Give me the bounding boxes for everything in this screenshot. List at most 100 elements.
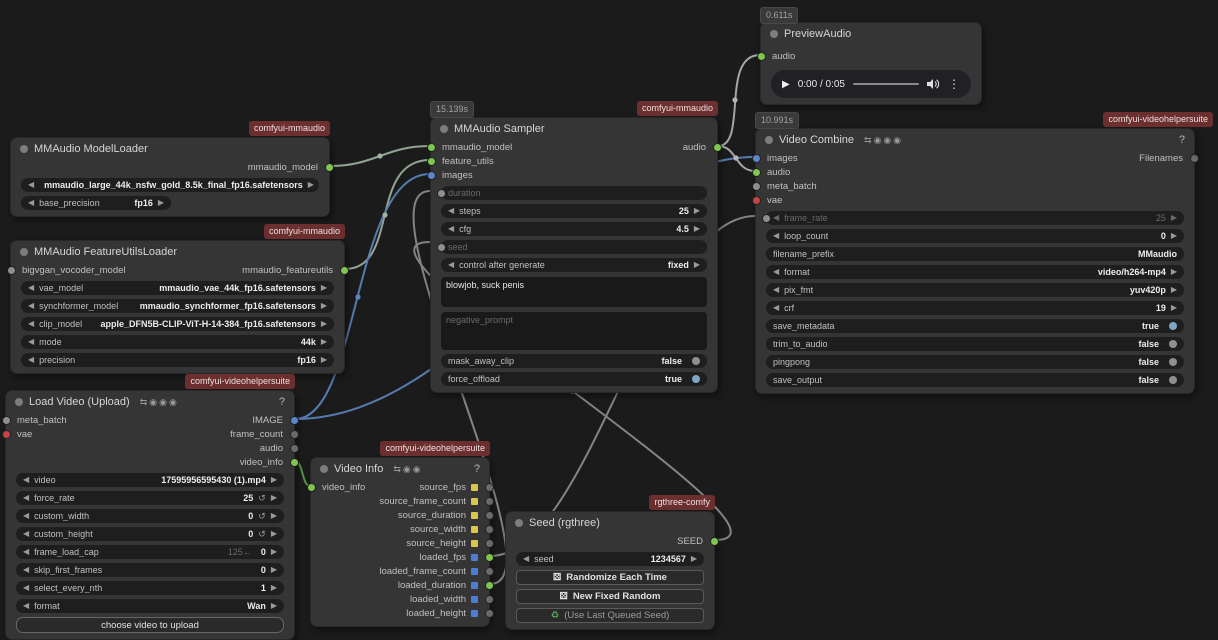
combo-left-icon[interactable]: ◀ [28, 302, 34, 310]
collapse-dot[interactable] [320, 465, 328, 473]
combo-left-icon[interactable]: ◀ [773, 286, 779, 294]
widget-synchformer-model[interactable]: ◀ synchformer_model mmaudio_synchformer_… [21, 299, 334, 313]
toggle-off-icon[interactable] [1169, 358, 1177, 366]
collapse-dot[interactable] [20, 248, 28, 256]
widget-format[interactable]: ◀ format Wan ▶ [16, 599, 284, 613]
combo-left-icon[interactable]: ◀ [523, 555, 529, 563]
widget-pix-fmt[interactable]: ◀ pix_fmt yuv420p ▶ [766, 283, 1184, 297]
combo-left-icon[interactable]: ◀ [23, 602, 29, 610]
combo-left-icon[interactable]: ◀ [28, 181, 34, 189]
widget-frame-rate[interactable]: ◀ frame_rate 25 ▶ [766, 211, 1184, 225]
vhs-swap-icon[interactable]: ⇆ [140, 397, 148, 408]
combo-right-icon[interactable]: ▶ [271, 566, 277, 574]
combo-left-icon[interactable]: ◀ [448, 225, 454, 233]
new-fixed-random-button[interactable]: ⚄ New Fixed Random [516, 589, 704, 604]
choose-video-button[interactable]: choose video to upload [16, 617, 284, 633]
output-slot-filenames[interactable] [1190, 154, 1199, 163]
vhs-circle-icon[interactable]: ◉ [403, 464, 411, 475]
combo-left-icon[interactable]: ◀ [23, 494, 29, 502]
combo-left-icon[interactable]: ◀ [23, 476, 29, 484]
widget-filename-prefix[interactable]: filename_prefix MMaudio [766, 247, 1184, 261]
input-slot-seed[interactable] [437, 243, 446, 252]
combo-right-icon[interactable]: ▶ [321, 284, 327, 292]
combo-right-icon[interactable]: ▶ [694, 207, 700, 215]
node-mmaudio-featureutils-loader[interactable]: MMAudio FeatureUtilsLoader bigvgan_vocod… [10, 240, 345, 374]
widget-seed[interactable]: seed [441, 240, 707, 254]
input-slot-images[interactable] [427, 171, 436, 180]
combo-right-icon[interactable]: ▶ [271, 530, 277, 538]
combo-left-icon[interactable]: ◀ [773, 268, 779, 276]
combo-left-icon[interactable]: ◀ [773, 304, 779, 312]
combo-right-icon[interactable]: ▶ [158, 199, 164, 207]
widget-mmaudio-model[interactable]: ◀ m ... mmaudio_large_44k_nsfw_gold_8.5k… [21, 178, 319, 192]
widget-cfg[interactable]: ◀ cfg 4.5 ▶ [441, 222, 707, 236]
combo-left-icon[interactable]: ◀ [28, 199, 34, 207]
use-last-queued-seed-button[interactable]: ♻ (Use Last Queued Seed) [516, 608, 704, 623]
output-slot-image[interactable] [290, 416, 299, 425]
widget-mask-away-clip[interactable]: mask_away_clip false [441, 354, 707, 368]
input-slot-meta-batch[interactable] [2, 416, 11, 425]
vhs-circle-icon[interactable]: ◉ [159, 397, 167, 408]
widget-save-metadata[interactable]: save_metadata true [766, 319, 1184, 333]
help-icon[interactable]: ? [474, 463, 480, 475]
node-load-video-upload[interactable]: Load Video (Upload) ⇆ ◉ ◉ ◉ ? meta_batch… [5, 390, 295, 640]
combo-right-icon[interactable]: ▶ [271, 584, 277, 592]
combo-right-icon[interactable]: ▶ [1171, 286, 1177, 294]
collapse-dot[interactable] [770, 30, 778, 38]
widget-base-precision[interactable]: ◀ base_precision fp16 ▶ [21, 196, 171, 210]
vhs-circle-icon[interactable]: ◉ [874, 135, 882, 146]
vhs-swap-icon[interactable]: ⇆ [864, 135, 872, 146]
vhs-swap-icon[interactable]: ⇆ [393, 464, 401, 475]
widget-pingpong[interactable]: pingpong false [766, 355, 1184, 369]
input-slot-frame-rate[interactable] [762, 214, 771, 223]
input-slot-meta-batch[interactable] [752, 182, 761, 191]
play-icon[interactable]: ▶ [782, 79, 790, 90]
widget-video[interactable]: ◀ video 17595956595430 (1).mp4 ▶ [16, 473, 284, 487]
randomize-each-time-button[interactable]: ⚄ Randomize Each Time [516, 570, 704, 585]
vhs-circle-icon[interactable]: ◉ [169, 397, 177, 408]
combo-right-icon[interactable]: ▶ [1171, 232, 1177, 240]
help-icon[interactable]: ? [1179, 134, 1185, 146]
output-slot-loaded-height[interactable] [485, 609, 494, 618]
combo-left-icon[interactable]: ◀ [23, 530, 29, 538]
input-slot-mmaudio-model[interactable] [427, 143, 436, 152]
combo-right-icon[interactable]: ▶ [308, 181, 314, 189]
volume-icon[interactable] [927, 78, 940, 90]
widget-select-every-nth[interactable]: ◀ select_every_nth 1 ▶ [16, 581, 284, 595]
output-slot-source-duration[interactable] [485, 511, 494, 520]
node-video-info[interactable]: Video Info ⇆ ◉ ◉ ? video_info source_fps… [310, 457, 490, 627]
combo-right-icon[interactable]: ▶ [321, 338, 327, 346]
combo-right-icon[interactable]: ▶ [321, 320, 327, 328]
combo-left-icon[interactable]: ◀ [448, 261, 454, 269]
widget-loop-count[interactable]: ◀ loop_count 0 ▶ [766, 229, 1184, 243]
input-slot-duration[interactable] [437, 189, 446, 198]
widget-duration[interactable]: duration [441, 186, 707, 200]
output-slot-loaded-frame-count[interactable] [485, 567, 494, 576]
input-slot-audio[interactable] [752, 168, 761, 177]
combo-left-icon[interactable]: ◀ [773, 214, 779, 222]
widget-seed-value[interactable]: ◀ seed 1234567 ▶ [516, 552, 704, 566]
widget-force-rate[interactable]: ◀ force_rate 25 ↺ ▶ [16, 491, 284, 505]
widget-custom-width[interactable]: ◀ custom_width 0 ↺ ▶ [16, 509, 284, 523]
vhs-circle-icon[interactable]: ◉ [883, 135, 891, 146]
output-slot-loaded-width[interactable] [485, 595, 494, 604]
combo-left-icon[interactable]: ◀ [23, 548, 29, 556]
node-seed-rgthree[interactable]: Seed (rgthree) SEED ◀ seed 1234567 ▶ ⚄ R… [505, 511, 715, 630]
widget-skip-first-frames[interactable]: ◀ skip_first_frames 0 ▶ [16, 563, 284, 577]
widget-custom-height[interactable]: ◀ custom_height 0 ↺ ▶ [16, 527, 284, 541]
widget-mode[interactable]: ◀ mode 44k ▶ [21, 335, 334, 349]
combo-right-icon[interactable]: ▶ [321, 356, 327, 364]
combo-right-icon[interactable]: ▶ [271, 476, 277, 484]
combo-left-icon[interactable]: ◀ [28, 356, 34, 364]
input-slot-bigvgan-vocoder-model[interactable] [7, 266, 16, 275]
node-mmaudio-sampler[interactable]: MMAudio Sampler mmaudio_model audio feat… [430, 117, 718, 393]
toggle-on-icon[interactable] [692, 375, 700, 383]
combo-right-icon[interactable]: ▶ [691, 555, 697, 563]
widget-control-after-generate[interactable]: ◀ control after generate fixed ▶ [441, 258, 707, 272]
widget-format[interactable]: ◀ format video/h264-mp4 ▶ [766, 265, 1184, 279]
widget-frame-load-cap[interactable]: ◀ frame_load_cap 125← 0 ▶ [16, 545, 284, 559]
widget-precision[interactable]: ◀ precision fp16 ▶ [21, 353, 334, 367]
combo-left-icon[interactable]: ◀ [28, 338, 34, 346]
input-slot-images[interactable] [752, 154, 761, 163]
node-preview-audio[interactable]: PreviewAudio audio ▶ 0:00 / 0:05 ⋮ [760, 22, 982, 105]
